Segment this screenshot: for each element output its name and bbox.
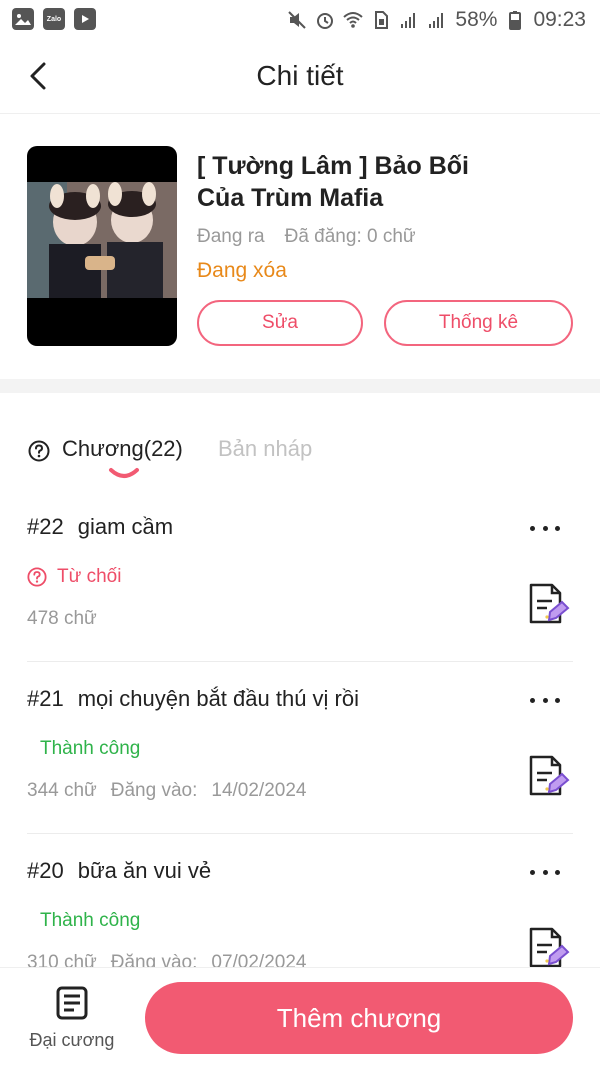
chapter-title: #20 bữa ăn vui vẻ [27, 858, 211, 884]
chapter-status: Từ chối [27, 566, 121, 588]
chapter-name: mọi chuyện bắt đầu thú vị rồi [77, 686, 359, 711]
chapter-number: #22 [27, 514, 64, 539]
stats-button[interactable]: Thống kê [384, 300, 573, 346]
book-meta: Đang ra Đã đăng: 0 chữ [197, 226, 416, 248]
book-info-card: [ Tường Lâm ] Bảo Bối Của Trùm Mafia Đan… [0, 114, 600, 379]
add-chapter-button[interactable]: Thêm chương [145, 982, 573, 1054]
bottom-action-bar: Đại cương Thêm chương [0, 967, 600, 1067]
question-circle-icon [27, 567, 47, 587]
chapter-word-count: 478 chữ [27, 608, 97, 629]
chapter-name: giam cầm [77, 514, 174, 539]
chapter-meta: 344 chữ Đăng vào: 14/02/2024 [27, 780, 306, 802]
chapter-posted-label: Đăng vào: [110, 780, 198, 801]
zalo-icon: Zalo [43, 8, 65, 30]
edit-document-icon[interactable] [526, 582, 572, 628]
chapter-meta: 478 chữ [27, 608, 97, 630]
outline-button[interactable]: Đại cương [22, 986, 122, 1058]
alarm-icon [317, 13, 334, 29]
notification-icons: Zalo [12, 8, 96, 30]
chapter-posted-label: Đăng vào: [110, 952, 198, 967]
status-bar: Zalo 58% 09:23 [0, 0, 600, 40]
app-header: Chi tiết [0, 40, 600, 114]
tv-icon [74, 8, 96, 30]
chapter-title: #21 mọi chuyện bắt đầu thú vị rồi [27, 686, 359, 712]
chapter-posted-date: 07/02/2024 [211, 952, 307, 967]
chapter-word-count: 344 chữ [27, 780, 97, 801]
section-divider [0, 379, 600, 393]
page-title: Chi tiết [256, 60, 344, 91]
chapter-row-20[interactable]: #20 bữa ăn vui vẻ Thành công 310 chữ Đăn… [0, 834, 600, 967]
chapter-status-text: Thành công [40, 910, 141, 931]
mute-icon [288, 11, 307, 29]
gallery-icon [12, 8, 34, 30]
cover-photo [27, 182, 177, 298]
more-options-icon[interactable] [530, 858, 560, 886]
battery-icon [509, 11, 522, 30]
outline-label: Đại cương [29, 1030, 115, 1050]
tab-drafts[interactable]: Bản nháp [218, 436, 312, 462]
chapter-list: #22 giam cầm Từ chối 478 chữ #21 mọi chu… [0, 490, 600, 967]
chapter-status: Thành công [40, 738, 140, 760]
chapter-name: bữa ăn vui vẻ [77, 858, 212, 883]
chapter-status: Thành công [40, 910, 140, 932]
chapter-status-text: Thành công [40, 738, 141, 759]
signal-2-icon [429, 13, 444, 28]
chapter-title: #22 giam cầm [27, 514, 173, 540]
active-tab-indicator [109, 468, 139, 478]
tab-bar: Chương(22) Bản nháp [0, 420, 600, 480]
tab-chapters[interactable]: Chương(22) [62, 436, 183, 462]
chapter-posted-date: 14/02/2024 [211, 780, 307, 801]
chapter-meta: 310 chữ Đăng vào: 07/02/2024 [27, 952, 306, 967]
book-title: [ Tường Lâm ] Bảo Bối Của Trùm Mafia [197, 152, 469, 212]
help-icon[interactable] [28, 440, 50, 462]
book-cover[interactable] [27, 146, 177, 346]
chapter-row-22[interactable]: #22 giam cầm Từ chối 478 chữ [0, 490, 600, 662]
chapter-row-21[interactable]: #21 mọi chuyện bắt đầu thú vị rồi Thành … [0, 662, 600, 834]
more-options-icon[interactable] [530, 514, 560, 542]
sim-icon [375, 11, 389, 29]
edit-document-icon[interactable] [526, 754, 572, 800]
outline-doc-icon [56, 986, 88, 1020]
system-icons: 58% 09:23 [287, 8, 586, 32]
chapter-status-text: Từ chối [57, 566, 122, 587]
edit-document-icon[interactable] [526, 926, 572, 967]
book-status: Đang xóa [197, 259, 287, 282]
battery-percent: 58% [455, 8, 498, 31]
more-options-icon[interactable] [530, 686, 560, 714]
edit-button[interactable]: Sửa [197, 300, 363, 346]
chapter-number: #20 [27, 858, 64, 883]
wifi-icon [343, 12, 364, 28]
signal-icon [401, 13, 416, 28]
chapter-number: #21 [27, 686, 64, 711]
book-word-count: Đã đăng: 0 chữ [284, 226, 416, 247]
chapter-word-count: 310 chữ [27, 952, 97, 967]
book-state: Đang ra [197, 226, 265, 247]
clock: 09:23 [533, 8, 586, 31]
